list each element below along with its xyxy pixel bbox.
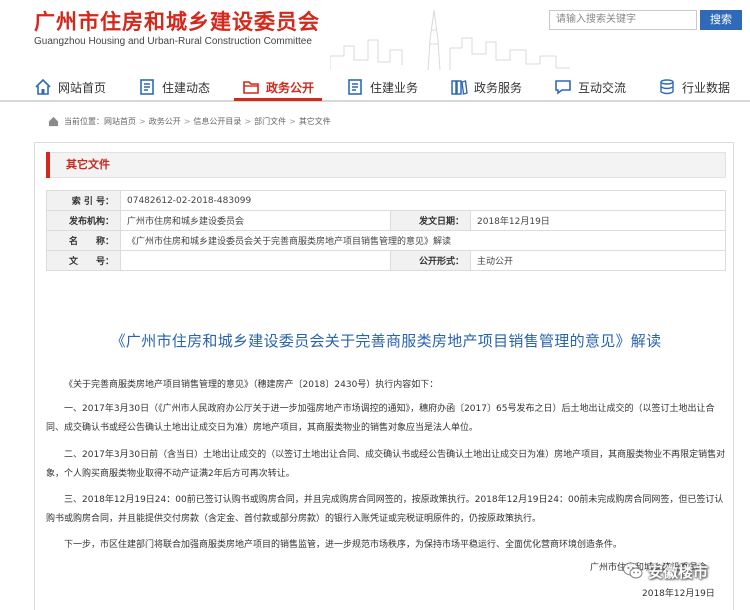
article-paragraph: 《关于完善商服类房地产项目销售管理的意见》（穗建房产〔2018〕2430号）执行…	[64, 380, 439, 390]
publisher-value: 广州市住房和城乡建设委员会	[120, 210, 391, 231]
nav-item-label: 互动交流	[578, 80, 627, 95]
coins-icon	[660, 79, 674, 95]
table-row: 发布机构： 广州市住房和城乡建设委员会 发文日期： 2018年12月19日	[46, 210, 726, 231]
document-icon	[140, 79, 154, 95]
watermark: 安徽楼市	[622, 560, 708, 582]
nav-item-label: 网站首页	[58, 80, 107, 95]
breadcrumb-separator: >	[183, 116, 191, 126]
wechat-icon	[623, 562, 643, 579]
nav-item-services[interactable]: 政务服务	[450, 72, 522, 102]
table-row: 文 号： 公开形式： 主动公开	[46, 250, 726, 271]
article-paragraph: 三、2018年12月19日24：00前已签订认购书或购房合同，并且完成购房合同网…	[46, 495, 724, 524]
name-value: 《广州市住房和城乡建设委员会关于完善商服类房地产项目销售管理的意见》解读	[120, 230, 726, 251]
form-value: 主动公开	[470, 250, 726, 271]
site-subtitle: Guangzhou Housing and Urban-Rural Constr…	[34, 36, 312, 47]
breadcrumb-item-home[interactable]: 网站首页	[104, 116, 136, 127]
site-header: 广州市住房和城乡建设委员会 Guangzhou Housing and Urba…	[0, 0, 750, 70]
document-meta-table: 索 引 号： 07482612-02-2018-483099 发布机构： 广州市…	[46, 190, 726, 271]
nav-item-label: 住建动态	[162, 80, 211, 95]
house-icon	[35, 78, 51, 95]
breadcrumb-item-catalog[interactable]: 信息公开目录	[193, 116, 241, 127]
nav-active-indicator	[234, 98, 322, 101]
breadcrumb-separator: >	[289, 116, 296, 126]
breadcrumb-item-affairs[interactable]: 政务公开	[149, 116, 181, 127]
section-accent-bar	[46, 152, 50, 178]
docno-value	[120, 250, 391, 271]
date-value: 2018年12月19日	[470, 210, 726, 231]
article-paragraph: 一、2017年3月30日（《广州市人民政府办公厅关于进一步加强房地产市场调控的通…	[46, 404, 715, 433]
article-title: 《广州市住房和城乡建设委员会关于完善商服类房地产项目销售管理的意见》解读	[110, 332, 662, 350]
folder-icon	[243, 81, 259, 94]
nav-item-label: 政务公开	[266, 80, 315, 95]
site-title[interactable]: 广州市住房和城乡建设委员会	[34, 6, 320, 36]
index-value: 07482612-02-2018-483099	[120, 190, 726, 211]
publisher-label: 发布机构：	[46, 210, 121, 231]
table-row: 索 引 号： 07482612-02-2018-483099	[46, 190, 726, 211]
main-nav: 网站首页 住建动态 政务公开 住建业务 政务服务 互动交流 行业数据	[0, 72, 750, 102]
article-sign-date: 2018年12月19日	[642, 589, 715, 599]
table-row: 名 称： 《广州市住房和城乡建设委员会关于完善商服类房地产项目销售管理的意见》解…	[46, 230, 726, 251]
search-button[interactable]: 搜索	[700, 10, 742, 30]
books-icon	[451, 80, 468, 95]
skyline-illustration	[330, 10, 570, 70]
index-label: 索 引 号：	[46, 190, 121, 211]
nav-item-news[interactable]: 住建动态	[138, 72, 210, 102]
watermark-text: 安徽楼市	[648, 562, 709, 581]
nav-item-interaction[interactable]: 互动交流	[554, 72, 626, 102]
article-paragraph: 下一步，市区住建部门将联合加强商服类房地产项目的销售监管，进一步规范市场秩序，为…	[64, 540, 623, 550]
section-header	[46, 152, 726, 178]
nav-item-business[interactable]: 住建业务	[346, 72, 418, 102]
form-label: 公开形式：	[390, 250, 471, 271]
document-icon	[348, 79, 362, 95]
breadcrumb-item-other-files[interactable]: 其它文件	[299, 116, 331, 127]
nav-item-home[interactable]: 网站首页	[34, 72, 106, 102]
home-icon	[48, 116, 59, 126]
article-paragraph: 二、2017年3月30日前（含当日）土地出让成交的（以签订土地出让合同、成交确认…	[46, 450, 726, 479]
breadcrumb-separator: >	[244, 116, 252, 126]
nav-item-data[interactable]: 行业数据	[658, 72, 730, 102]
nav-item-label: 政务服务	[474, 80, 523, 95]
nav-item-label: 住建业务	[370, 80, 419, 95]
breadcrumb: 当前位置： 网站首页 > 政务公开 > 信息公开目录 > 部门文件 > 其它文件	[48, 113, 331, 129]
nav-item-label: 行业数据	[682, 80, 731, 95]
docno-label: 文 号：	[46, 250, 121, 271]
breadcrumb-prefix: 当前位置：	[64, 116, 104, 126]
section-title: 其它文件	[66, 158, 110, 171]
breadcrumb-separator: >	[139, 116, 146, 126]
chat-icon	[555, 80, 571, 95]
name-label: 名 称：	[46, 230, 121, 251]
search-input[interactable]: 请输入搜索关键字	[549, 10, 697, 30]
breadcrumb-item-dept-files[interactable]: 部门文件	[254, 116, 286, 127]
date-label: 发文日期：	[390, 210, 471, 231]
